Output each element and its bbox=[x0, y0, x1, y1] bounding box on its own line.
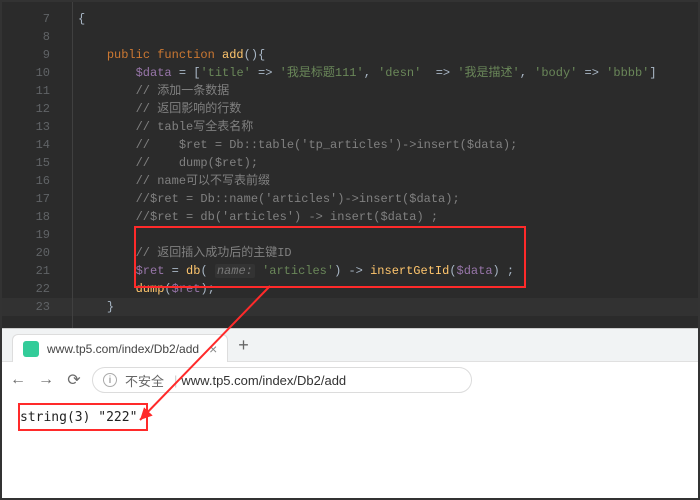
code-content[interactable]: $data = ['title' => '我是标题111', 'desn' =>… bbox=[62, 64, 698, 82]
code-content[interactable]: // 返回插入成功后的主键ID bbox=[62, 244, 698, 262]
code-content[interactable]: //$ret = db('articles') -> insert($data)… bbox=[62, 208, 698, 226]
url-text: www.tp5.com/index/Db2/add bbox=[181, 373, 346, 388]
code-content[interactable]: // $ret = Db::table('tp_articles')->inse… bbox=[62, 136, 698, 154]
line-number: 8 bbox=[2, 28, 62, 46]
code-line[interactable]: 16 // name可以不写表前缀 bbox=[2, 172, 698, 190]
code-editor: 7{89 public function add(){10 $data = ['… bbox=[2, 2, 698, 328]
line-number: 10 bbox=[2, 64, 62, 82]
code-line[interactable]: 20 // 返回插入成功后的主键ID bbox=[2, 244, 698, 262]
code-content[interactable]: //$ret = Db::name('articles')->insert($d… bbox=[62, 190, 698, 208]
line-number: 14 bbox=[2, 136, 62, 154]
code-line[interactable]: 13 // table写全表名称 bbox=[2, 118, 698, 136]
line-number: 12 bbox=[2, 100, 62, 118]
line-number: 9 bbox=[2, 46, 62, 64]
code-content[interactable]: // 返回影响的行数 bbox=[62, 100, 698, 118]
tab-bar: www.tp5.com/index/Db2/add × + bbox=[2, 328, 698, 362]
code-content[interactable]: } bbox=[62, 298, 698, 316]
code-line[interactable]: 23 } bbox=[2, 298, 698, 316]
line-number: 21 bbox=[2, 262, 62, 280]
code-line[interactable]: 15 // dump($ret); bbox=[2, 154, 698, 172]
code-content[interactable]: { bbox=[62, 10, 698, 28]
browser-tab[interactable]: www.tp5.com/index/Db2/add × bbox=[12, 334, 228, 362]
url-input[interactable]: i 不安全 | www.tp5.com/index/Db2/add bbox=[92, 367, 472, 393]
code-content[interactable]: // 添加一条数据 bbox=[62, 82, 698, 100]
favicon-icon bbox=[23, 341, 39, 357]
code-content[interactable]: // name可以不写表前缀 bbox=[62, 172, 698, 190]
line-number: 13 bbox=[2, 118, 62, 136]
forward-icon[interactable]: → bbox=[36, 371, 56, 389]
code-line[interactable]: 17 //$ret = Db::name('articles')->insert… bbox=[2, 190, 698, 208]
page-content: string(3) "222" bbox=[2, 398, 698, 437]
code-line[interactable]: 11 // 添加一条数据 bbox=[2, 82, 698, 100]
code-content[interactable] bbox=[62, 226, 698, 244]
editor-margin-line bbox=[72, 2, 73, 328]
code-content[interactable]: // dump($ret); bbox=[62, 154, 698, 172]
code-line[interactable]: 21 $ret = db( name: 'articles') -> inser… bbox=[2, 262, 698, 280]
dump-output: string(3) "222" bbox=[20, 410, 137, 425]
close-tab-icon[interactable]: × bbox=[209, 341, 217, 357]
code-line[interactable]: 9 public function add(){ bbox=[2, 46, 698, 64]
code-line[interactable]: 12 // 返回影响的行数 bbox=[2, 100, 698, 118]
line-number: 20 bbox=[2, 244, 62, 262]
address-bar: ← → ⟳ i 不安全 | www.tp5.com/index/Db2/add bbox=[2, 362, 698, 398]
line-number: 19 bbox=[2, 226, 62, 244]
code-content[interactable]: // table写全表名称 bbox=[62, 118, 698, 136]
line-number: 15 bbox=[2, 154, 62, 172]
code-content[interactable]: $ret = db( name: 'articles') -> insertGe… bbox=[62, 262, 698, 280]
line-number: 11 bbox=[2, 82, 62, 100]
code-line[interactable]: 19 bbox=[2, 226, 698, 244]
back-icon[interactable]: ← bbox=[8, 371, 28, 389]
info-icon[interactable]: i bbox=[103, 373, 117, 387]
code-line[interactable]: 14 // $ret = Db::table('tp_articles')->i… bbox=[2, 136, 698, 154]
security-status: 不安全 bbox=[125, 371, 164, 390]
code-line[interactable]: 7{ bbox=[2, 10, 698, 28]
line-number: 22 bbox=[2, 280, 62, 298]
line-number: 18 bbox=[2, 208, 62, 226]
line-number: 17 bbox=[2, 190, 62, 208]
new-tab-button[interactable]: + bbox=[238, 335, 249, 356]
line-number: 23 bbox=[2, 298, 62, 316]
tab-title: www.tp5.com/index/Db2/add bbox=[47, 342, 199, 356]
code-line[interactable]: 8 bbox=[2, 28, 698, 46]
code-content[interactable] bbox=[62, 28, 698, 46]
code-line[interactable]: 22 dump($ret); bbox=[2, 280, 698, 298]
separator: | bbox=[174, 373, 177, 388]
line-number: 16 bbox=[2, 172, 62, 190]
code-content[interactable]: public function add(){ bbox=[62, 46, 698, 64]
code-line[interactable]: 18 //$ret = db('articles') -> insert($da… bbox=[2, 208, 698, 226]
code-content[interactable]: dump($ret); bbox=[62, 280, 698, 298]
browser-window: www.tp5.com/index/Db2/add × + ← → ⟳ i 不安… bbox=[2, 328, 698, 437]
reload-icon[interactable]: ⟳ bbox=[64, 370, 84, 390]
code-line[interactable]: 10 $data = ['title' => '我是标题111', 'desn'… bbox=[2, 64, 698, 82]
line-number: 7 bbox=[2, 10, 62, 28]
